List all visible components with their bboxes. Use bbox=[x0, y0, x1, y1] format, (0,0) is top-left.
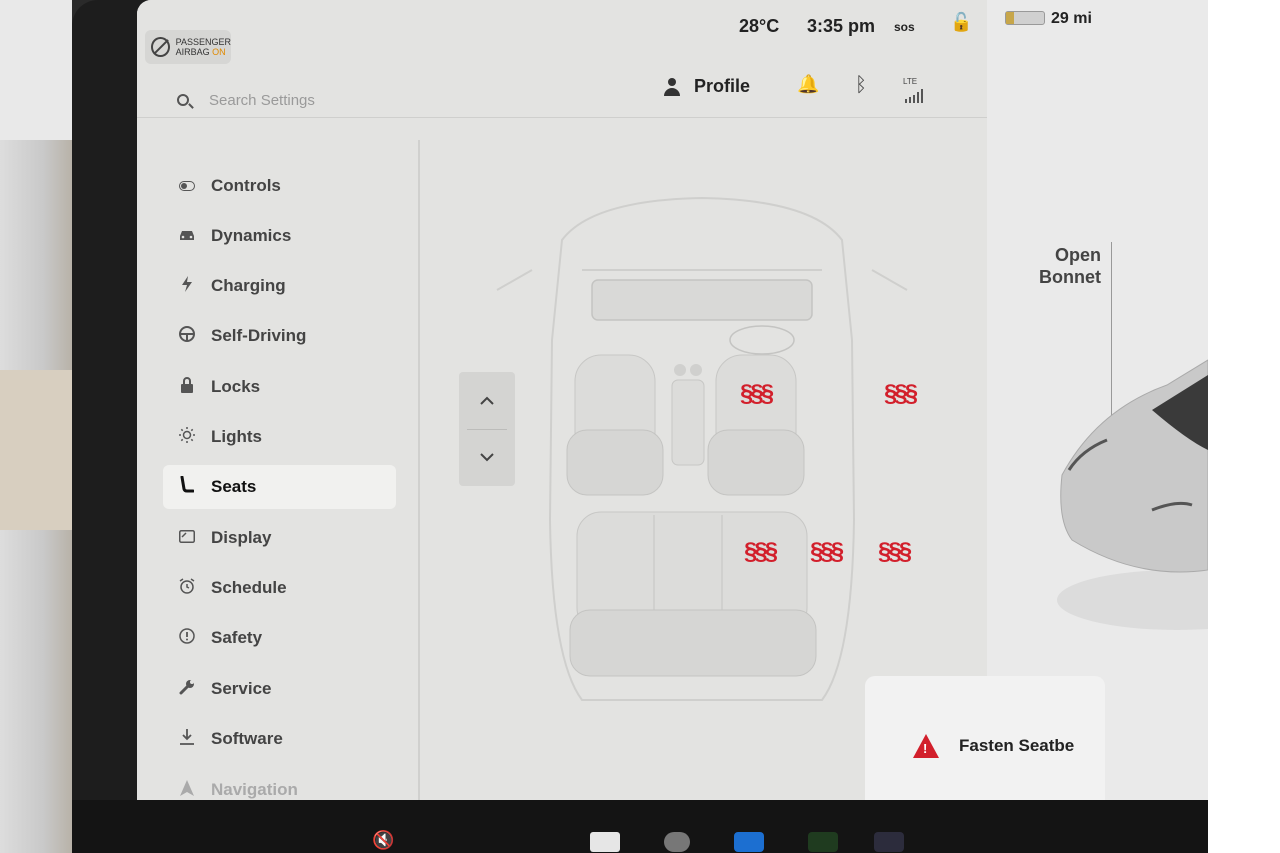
cellular-signal-icon: LTE bbox=[903, 68, 927, 103]
settings-panel: PASSENGER AIRBAG ON Profile 🔔 ᛒ LTE Cont… bbox=[137, 0, 987, 800]
wrench-icon bbox=[178, 679, 196, 699]
window-light bbox=[0, 0, 72, 140]
bluetooth-icon[interactable]: ᛒ bbox=[855, 74, 867, 97]
airbag-line2: AIRBAG bbox=[175, 47, 210, 57]
dashboard bbox=[591, 279, 813, 355]
seat-icon bbox=[178, 475, 196, 498]
seat-heater-front-left-icon[interactable]: §§§ bbox=[740, 380, 774, 408]
front-right-seat[interactable] bbox=[707, 354, 805, 496]
seatbelt-alert-card[interactable]: Fasten Seatbe bbox=[865, 676, 1105, 814]
sidebar-item-label: Dynamics bbox=[211, 226, 292, 245]
open-bonnet-line2: Bonnet bbox=[1039, 267, 1101, 287]
person-icon bbox=[664, 77, 680, 96]
center-console bbox=[671, 364, 705, 466]
status-bar: 28°C 3:35 pm sos 🔓 29 mi bbox=[137, 0, 1208, 48]
sidebar-item-label: Service bbox=[211, 679, 272, 698]
left-bezel bbox=[0, 0, 72, 853]
seat-heater-front-right-icon[interactable]: §§§ bbox=[884, 380, 918, 408]
steering-wheel-icon bbox=[178, 326, 196, 346]
settings-sidebar: Controls Dynamics Charging Self-Driving bbox=[137, 140, 420, 800]
sidebar-item-self-driving[interactable]: Self-Driving bbox=[163, 314, 396, 358]
sidebar-item-label: Software bbox=[211, 729, 283, 748]
alert-circle-icon bbox=[178, 628, 196, 648]
toybox-app-icon[interactable] bbox=[590, 832, 620, 852]
bell-icon[interactable]: 🔔 bbox=[797, 74, 819, 95]
sidebar-item-label: Navigation bbox=[211, 780, 298, 799]
seatbelt-alert-text: Fasten Seatbe bbox=[959, 736, 1075, 755]
sidebar-item-label: Charging bbox=[211, 276, 286, 295]
rear-bench-seat[interactable] bbox=[569, 511, 817, 677]
sidebar-item-label: Locks bbox=[211, 377, 261, 396]
profile-button[interactable]: Profile bbox=[664, 76, 750, 97]
volume-muted-icon[interactable]: 🔇 bbox=[372, 830, 394, 851]
open-bonnet-line1: Open bbox=[1054, 245, 1101, 265]
sidebar-item-software[interactable]: Software bbox=[163, 717, 396, 761]
sidebar-item-label: Safety bbox=[211, 628, 263, 647]
sidebar-item-dynamics[interactable]: Dynamics bbox=[163, 214, 396, 258]
sidebar-item-controls[interactable]: Controls bbox=[163, 164, 396, 208]
sidebar-item-label: Seats bbox=[211, 477, 257, 496]
right-background bbox=[1208, 0, 1280, 853]
sos-indicator[interactable]: sos bbox=[894, 20, 915, 34]
sidebar-item-lights[interactable]: Lights bbox=[163, 415, 396, 459]
navigation-arrow-icon bbox=[178, 780, 196, 800]
front-left-seat[interactable] bbox=[566, 354, 664, 496]
spotify-app-icon[interactable] bbox=[874, 832, 904, 852]
seat-heater-rear-left-icon[interactable]: §§§ bbox=[744, 538, 778, 566]
toggle-icon bbox=[178, 178, 196, 195]
sidebar-item-label: Display bbox=[211, 528, 272, 547]
sidebar-item-service[interactable]: Service bbox=[163, 667, 396, 711]
bolt-icon bbox=[178, 276, 196, 296]
sidebar-item-label: Controls bbox=[211, 176, 281, 195]
lock-icon bbox=[178, 377, 196, 397]
sidebar-item-safety[interactable]: Safety bbox=[163, 616, 396, 660]
sidebar-item-label: Schedule bbox=[211, 578, 287, 597]
temperature: 28°C bbox=[739, 16, 780, 36]
alarm-clock-icon bbox=[178, 578, 196, 598]
search-input[interactable] bbox=[209, 88, 509, 112]
clock: 3:35 pm bbox=[807, 16, 876, 36]
sidebar-item-display[interactable]: Display bbox=[163, 516, 396, 560]
profile-label: Profile bbox=[694, 76, 751, 96]
sun-icon bbox=[178, 427, 196, 447]
seat-heater-rear-right-icon[interactable]: §§§ bbox=[878, 538, 912, 566]
bottom-taskbar: 🔇 bbox=[72, 800, 1208, 853]
sidebar-item-label: Self-Driving bbox=[211, 326, 307, 345]
open-bonnet-button[interactable]: Open Bonnet bbox=[1039, 244, 1101, 288]
range-readout: 29 mi bbox=[1051, 10, 1092, 27]
sidebar-item-label: Lights bbox=[211, 427, 262, 446]
map-app-icon[interactable] bbox=[808, 832, 838, 852]
search-icon[interactable] bbox=[177, 94, 189, 106]
airbag-state: ON bbox=[212, 47, 226, 57]
arcade-app-icon[interactable] bbox=[664, 832, 690, 852]
sidebar-item-navigation[interactable]: Navigation bbox=[163, 768, 396, 800]
sidebar-item-seats[interactable]: Seats bbox=[163, 465, 396, 509]
network-label: LTE bbox=[903, 77, 918, 86]
sidebar-item-schedule[interactable]: Schedule bbox=[163, 566, 396, 610]
sidebar-item-locks[interactable]: Locks bbox=[163, 365, 396, 409]
battery-icon bbox=[1005, 11, 1045, 25]
car-render bbox=[1057, 359, 1208, 630]
unlocked-icon[interactable]: 🔓 bbox=[950, 12, 972, 33]
dashboard-trim bbox=[0, 370, 72, 530]
warning-triangle-icon bbox=[913, 734, 939, 758]
sidebar-item-charging[interactable]: Charging bbox=[163, 264, 396, 308]
bluetooth-app-icon[interactable] bbox=[734, 832, 764, 852]
download-icon bbox=[178, 729, 196, 749]
car-icon bbox=[178, 228, 196, 245]
seat-heater-rear-center-icon[interactable]: §§§ bbox=[810, 538, 844, 566]
display-icon bbox=[178, 529, 196, 547]
